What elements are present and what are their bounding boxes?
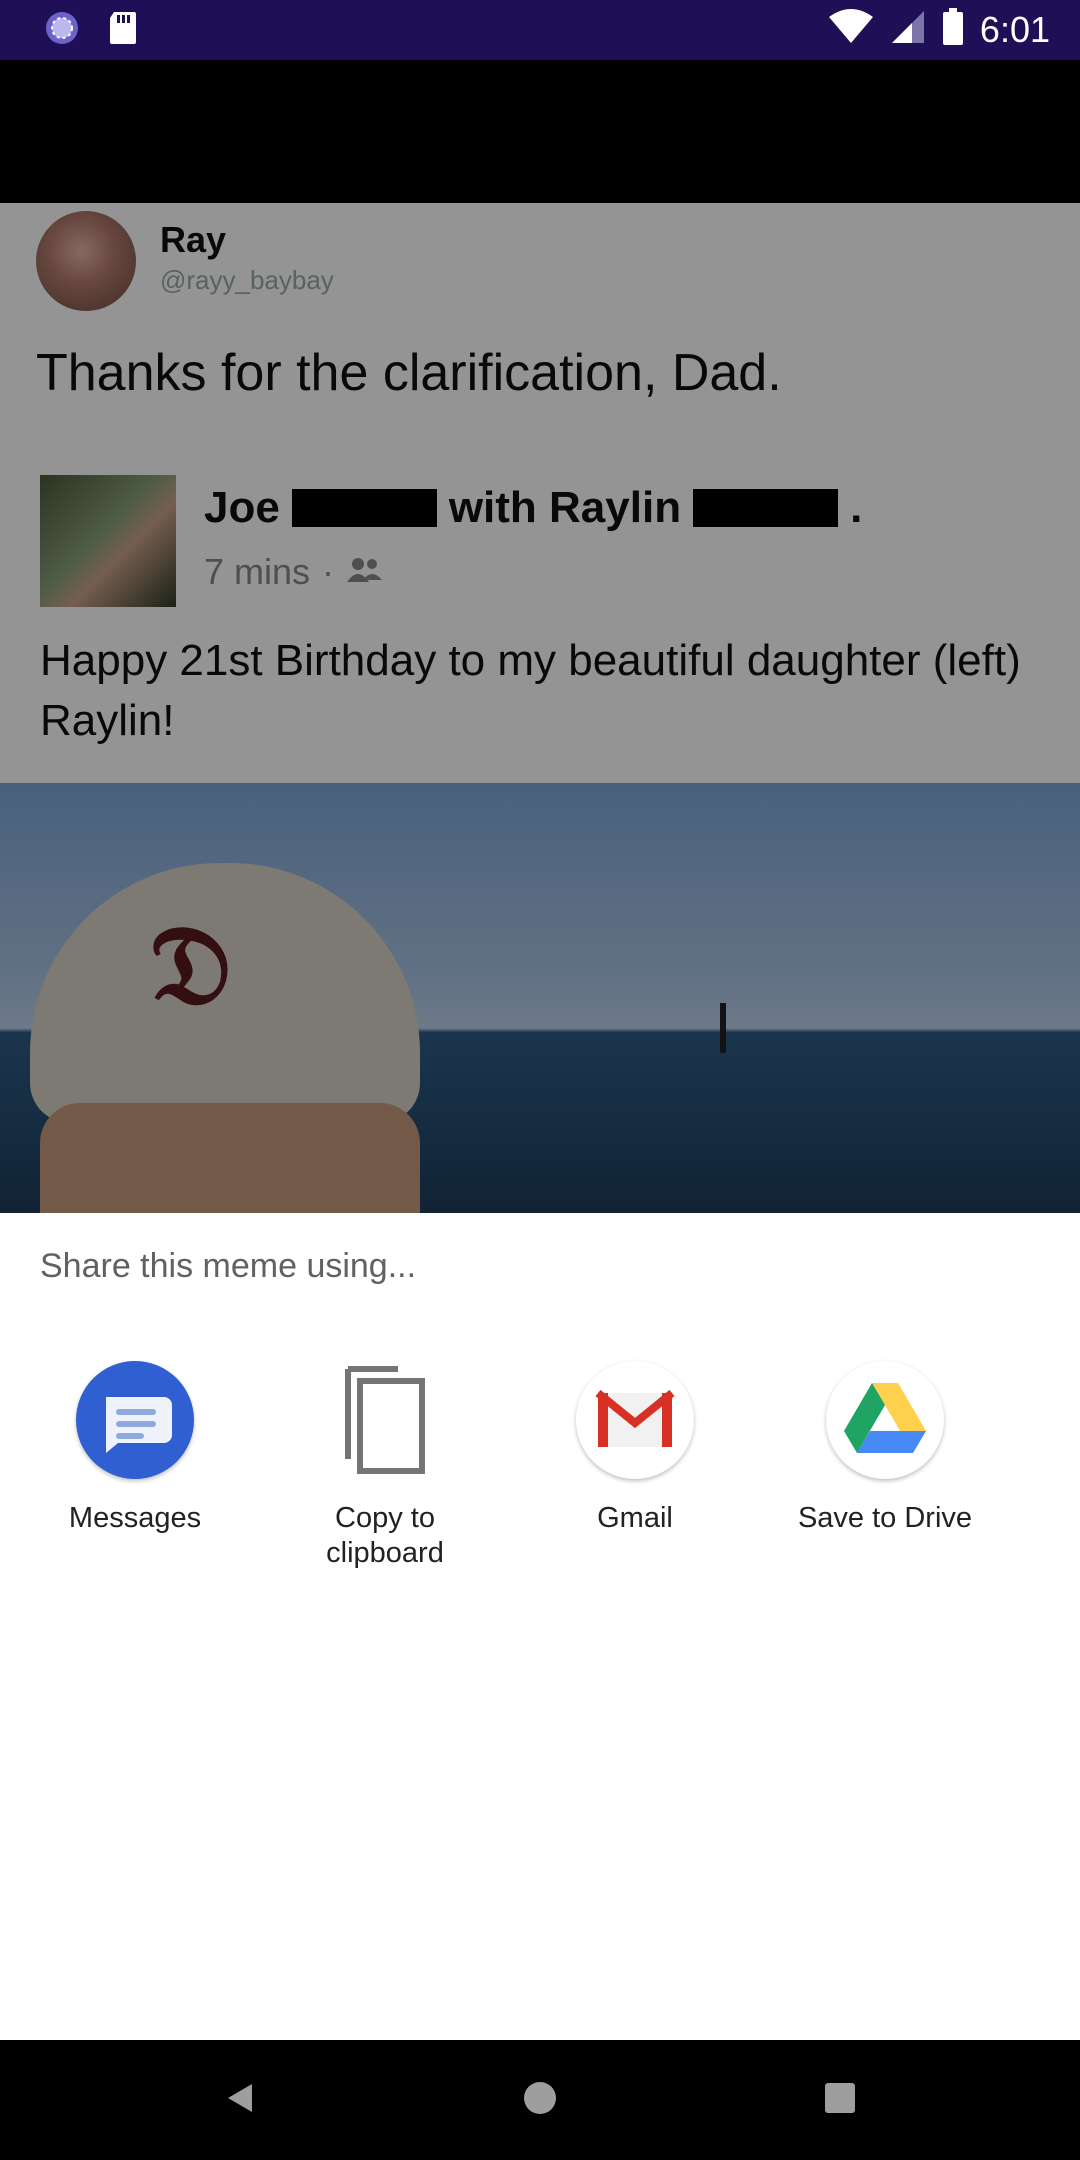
copy-icon xyxy=(326,1361,444,1479)
share-target-label: Gmail xyxy=(597,1502,673,1534)
top-band xyxy=(0,60,1080,203)
messages-icon xyxy=(76,1361,194,1479)
recents-button[interactable] xyxy=(780,2040,900,2160)
scrim-overlay[interactable] xyxy=(0,203,1080,1213)
share-target-label: Save to Drive xyxy=(797,1502,973,1534)
share-sheet-title: Share this meme using... xyxy=(40,1247,417,1285)
navigation-bar xyxy=(0,2040,1080,2160)
share-target-drive[interactable]: Save to Drive xyxy=(760,1361,1010,1536)
share-target-label: Messages xyxy=(68,1502,202,1534)
recents-icon xyxy=(823,2081,857,2120)
status-bar: 6:01 xyxy=(0,0,1080,60)
battery-icon xyxy=(942,8,964,51)
share-targets: Messages Copy to clipboard Gmail Save to… xyxy=(0,1361,1080,1621)
clock: 6:01 xyxy=(979,8,1050,50)
sd-card-icon xyxy=(108,10,138,51)
share-target-messages[interactable]: Messages xyxy=(10,1361,260,1536)
wifi-icon xyxy=(828,9,874,50)
gmail-icon xyxy=(576,1361,694,1479)
share-target-copy[interactable]: Copy to clipboard xyxy=(260,1361,510,1571)
share-target-label: Copy to clipboard xyxy=(326,1502,444,1569)
share-target-gmail[interactable]: Gmail xyxy=(510,1361,760,1536)
meme-preview: Ray @rayy_baybay Thanks for the clarific… xyxy=(0,203,1080,1213)
app-notification-icon xyxy=(44,10,80,51)
back-button[interactable] xyxy=(180,2040,300,2160)
share-sheet: Share this meme using... Messages Copy t… xyxy=(0,1213,1080,2040)
back-icon xyxy=(222,2080,258,2121)
home-icon xyxy=(522,2080,558,2121)
signal-icon xyxy=(890,9,926,50)
home-button[interactable] xyxy=(480,2040,600,2160)
drive-icon xyxy=(826,1361,944,1479)
